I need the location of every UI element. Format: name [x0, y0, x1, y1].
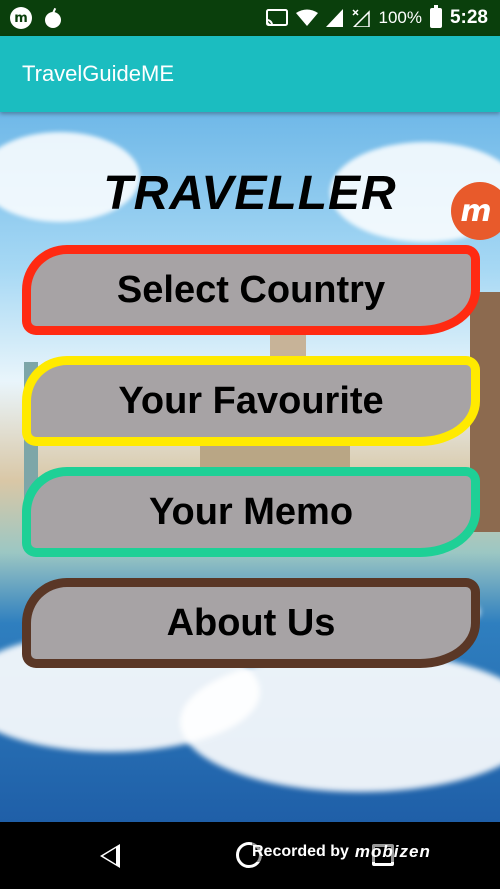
- wifi-icon: [296, 9, 319, 27]
- navigation-bar: Recorded by mobizen: [0, 822, 500, 889]
- signal-icon: [326, 9, 344, 27]
- select-country-button[interactable]: Select Country: [22, 245, 480, 335]
- no-sim-signal-icon: [352, 9, 371, 27]
- your-favourite-button[interactable]: Your Favourite: [22, 356, 480, 446]
- watermark-prefix: Recorded by: [252, 843, 349, 860]
- mobizen-icon: m: [10, 7, 32, 29]
- status-bar: m 100% 5:28: [0, 0, 500, 36]
- recording-watermark: Recorded by mobizen: [252, 842, 431, 862]
- battery-percent: 100%: [378, 8, 422, 27]
- battery-icon: [429, 5, 442, 28]
- cast-icon: [266, 9, 289, 27]
- your-memo-button[interactable]: Your Memo: [22, 467, 480, 557]
- main-content: TRAVELLER m Select Country Your Favourit…: [0, 112, 500, 822]
- mobizen-badge-icon[interactable]: m: [451, 182, 500, 240]
- page-title: TRAVELLER: [103, 167, 397, 220]
- about-us-button[interactable]: About Us: [22, 578, 480, 668]
- clock: 5:28: [449, 7, 488, 28]
- back-icon[interactable]: [100, 844, 120, 868]
- bomb-icon: [44, 8, 62, 28]
- mobizen-logo: mobizen: [354, 842, 431, 861]
- app-bar: TravelGuideME: [0, 36, 500, 112]
- status-left: m: [10, 7, 62, 29]
- status-right: 100% 5:28: [266, 5, 488, 29]
- app-title: TravelGuideME: [22, 61, 175, 86]
